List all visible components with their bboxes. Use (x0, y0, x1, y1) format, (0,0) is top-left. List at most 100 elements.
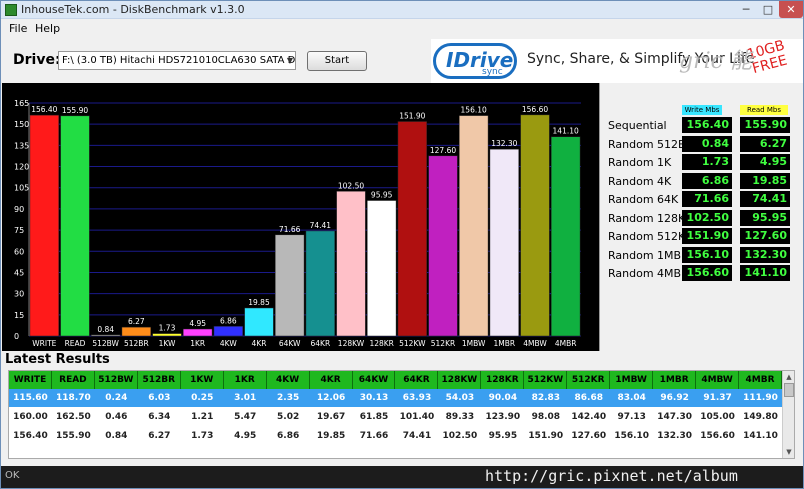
bar-value-label: 132.30 (491, 139, 517, 148)
bar-1mbr (489, 148, 519, 337)
summary-row: Random 4MB 156.60 141.10 (600, 265, 804, 283)
summary-row: Random 4K 6.86 19.85 (600, 172, 804, 191)
bar-value-label: 156.40 (31, 105, 57, 114)
column-header[interactable]: 1KW (181, 371, 224, 389)
summary-row-label: Sequential (608, 119, 667, 132)
latest-results-title: Latest Results (5, 352, 110, 367)
summary-row: Random 64K 71.66 74.41 (600, 191, 804, 209)
bar-value-label: 6.27 (128, 317, 145, 326)
summary-write-value: 6.86 (682, 172, 732, 189)
summary-row-label: Random 1K (608, 156, 672, 169)
table-cell: 6.27 (148, 431, 171, 441)
column-header[interactable]: WRITE (9, 371, 52, 389)
table-cell: 151.90 (528, 431, 564, 441)
scroll-down-icon[interactable]: ▼ (783, 446, 794, 458)
table-cell: 155.90 (56, 431, 91, 441)
table-cell: 98.08 (531, 412, 561, 422)
summary-row: Random 512B 0.84 6.27 (600, 135, 804, 154)
column-header[interactable]: 1KR (224, 371, 267, 389)
bar-value-label: 151.90 (399, 111, 425, 120)
app-icon (5, 4, 17, 16)
table-cell: 0.25 (191, 393, 214, 403)
column-header[interactable]: 4MBW (696, 371, 740, 389)
x-tick-label: 512BR (124, 339, 149, 348)
x-tick-label: 4KW (220, 339, 237, 348)
menu-file[interactable]: File (9, 22, 27, 35)
maximize-button[interactable]: □ (757, 1, 779, 18)
y-tick-label: 150 (14, 120, 29, 129)
bar-chart-svg: 0 15 30 45 60 75 90 105 120 135 150 165156.40 WRITE 1… (14, 99, 581, 348)
summary-write-value: 156.40 (682, 117, 732, 133)
scroll-up-icon[interactable]: ▲ (783, 371, 794, 383)
bar-128kr (367, 200, 397, 337)
minimize-button[interactable]: ─ (735, 1, 757, 18)
summary-row-label: Random 4K (608, 174, 672, 188)
status-bar: OK http://gric.pixnet.net/album (1, 466, 803, 488)
drive-select[interactable]: F:\ (3.0 TB) Hitachi HDS721010CLA630 SAT… (58, 51, 296, 70)
column-header[interactable]: 512KR (567, 371, 611, 389)
bar-value-label: 156.60 (522, 105, 548, 114)
legend-read: Read Mbs (740, 105, 788, 115)
bar-value-label: 155.90 (62, 106, 88, 115)
x-tick-label: 1MBR (494, 339, 516, 348)
column-header[interactable]: 1MBR (653, 371, 697, 389)
table-cell: 19.85 (316, 431, 346, 441)
table-cell: 5.02 (277, 412, 300, 422)
summary-read-value: 4.95 (740, 154, 790, 170)
column-header[interactable]: 64KR (396, 371, 439, 389)
summary-row-label: Random 512K (608, 230, 686, 243)
summary-read-value: 127.60 (740, 228, 790, 244)
summary-write-value: 1.73 (682, 154, 732, 170)
table-row[interactable]: 160.00 162.50 0.46 6.34 1.21 5.47 5.02 19.67 61.… (9, 408, 782, 426)
x-tick-label: READ (65, 339, 86, 348)
summary-write-value: 71.66 (682, 191, 732, 207)
x-tick-label: 4MBR (555, 339, 577, 348)
column-header[interactable]: 128KW (438, 371, 482, 389)
bar-4kr (244, 307, 274, 337)
column-header[interactable]: 4KR (310, 371, 353, 389)
start-button[interactable]: Start (307, 51, 367, 71)
table-cell: 86.68 (574, 393, 603, 403)
column-header[interactable]: 128KR (481, 371, 525, 389)
title-bar: InhouseTek.com - DiskBenchmark v1.3.0 ─ … (1, 1, 803, 19)
summary-read-value: 132.30 (740, 246, 790, 263)
column-header[interactable]: 4MBR (739, 371, 782, 389)
column-header[interactable]: 512BW (95, 371, 138, 389)
drive-select-value: F:\ (3.0 TB) Hitachi HDS721010CLA630 SAT… (62, 55, 296, 66)
column-header[interactable]: 512KW (524, 371, 568, 389)
bar-64kw (275, 234, 305, 337)
table-cell: 19.67 (316, 412, 346, 422)
column-header[interactable]: 512BR (138, 371, 181, 389)
vertical-scrollbar[interactable]: ▲ ▼ (782, 371, 794, 458)
scrollbar-thumb[interactable] (784, 383, 794, 397)
results-table[interactable]: WRITE READ 512BW 512BR 1KW 1KR 4KW 4KR 64KW 64KR 1… (8, 370, 795, 459)
bar-4kw (213, 326, 243, 337)
table-cell: 162.50 (56, 412, 91, 422)
column-header[interactable]: 4KW (267, 371, 310, 389)
table-row[interactable]: 156.40 155.90 0.84 6.27 1.73 4.95 6.86 19.85 71.… (9, 427, 782, 445)
x-tick-label: 4KR (252, 339, 267, 348)
column-header[interactable]: 1MBW (610, 371, 654, 389)
x-tick-label: 64KW (279, 339, 301, 348)
table-cell: 118.70 (56, 393, 91, 403)
table-cell: 147.30 (657, 412, 692, 422)
column-header[interactable]: 64KW (353, 371, 396, 389)
summary-row-label: Random 128K (608, 211, 686, 225)
y-tick-label: 0 (14, 332, 19, 341)
table-row[interactable]: 115.60 118.70 0.24 6.03 0.25 3.01 2.35 12.06 30.… (9, 389, 782, 407)
y-tick-label: 135 (14, 141, 29, 150)
column-header[interactable]: READ (52, 371, 95, 389)
y-tick-label: 60 (14, 247, 24, 256)
table-cell: 132.30 (657, 431, 692, 441)
summary-panel: Write Mbs Read Mbs Sequential 156.40 155.9… (599, 83, 803, 351)
bar-value-label: 156.10 (461, 106, 487, 115)
bar-1kw (152, 333, 182, 337)
status-text: OK (5, 470, 20, 481)
menu-help[interactable]: Help (35, 22, 60, 35)
summary-read-value: 6.27 (740, 135, 790, 152)
table-cell: 12.06 (316, 393, 346, 403)
x-tick-label: WRITE (32, 339, 56, 348)
close-button[interactable]: ✕ (779, 1, 803, 18)
summary-read-value: 155.90 (740, 117, 790, 133)
summary-write-value: 156.10 (682, 246, 732, 263)
